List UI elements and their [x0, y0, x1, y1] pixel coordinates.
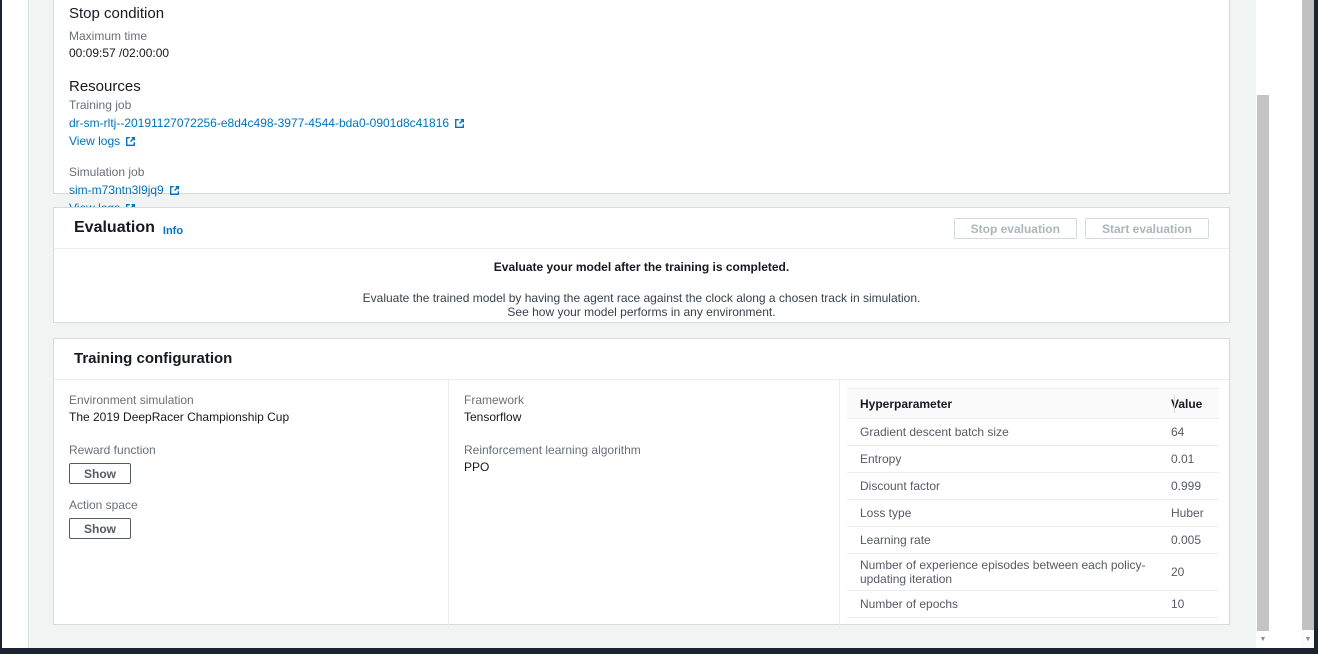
training-job-label: Training job: [69, 98, 1214, 113]
simulation-job-link[interactable]: sim-m73ntn3l9jq9: [69, 183, 164, 198]
rl-algorithm-value: PPO: [464, 460, 825, 475]
evaluation-info-link[interactable]: Info: [163, 225, 183, 237]
hyperparameter-value: 64: [1171, 425, 1219, 439]
hyperparameter-table: Hyperparameter Value Gradient descent ba…: [847, 388, 1219, 618]
training-view-logs-link[interactable]: View logs: [69, 134, 120, 149]
training-configuration-title: Training configuration: [74, 348, 232, 370]
maximum-time-value: 00:09:57 /02:00:00: [69, 46, 1214, 61]
rl-algorithm-label: Reinforcement learning algorithm: [464, 443, 825, 458]
hyperparameter-table-header: Hyperparameter Value: [847, 389, 1219, 419]
evaluation-title: Evaluation: [74, 217, 155, 239]
column-divider: [1174, 395, 1175, 413]
maximum-time-label: Maximum time: [69, 29, 1214, 44]
evaluation-card: Evaluation Info Stop evaluation Start ev…: [53, 207, 1230, 323]
window-scrollbar-down-arrow[interactable]: ▼: [1302, 632, 1314, 647]
window-scrollbar-thumb[interactable]: [1302, 0, 1314, 630]
start-evaluation-button[interactable]: Start evaluation: [1085, 218, 1209, 239]
window-edge-bottom: [0, 648, 1318, 654]
training-configuration-card: Training configuration Environment simul…: [53, 338, 1230, 625]
resources-title: Resources: [69, 77, 1214, 96]
table-row: Gradient descent batch size64: [847, 419, 1219, 446]
external-link-icon: [454, 118, 465, 129]
training-configuration-header: Training configuration: [54, 339, 1229, 380]
reward-function-label: Reward function: [69, 443, 434, 458]
external-link-icon: [169, 185, 180, 196]
hyperparameter-value: 0.005: [1171, 533, 1219, 547]
inner-scrollbar[interactable]: ▼: [1256, 0, 1270, 648]
hyperparameter-name: Number of epochs: [847, 597, 1171, 611]
table-row: Discount factor0.999: [847, 473, 1219, 500]
table-row: Number of epochs10: [847, 591, 1219, 618]
table-row: Loss typeHuber: [847, 500, 1219, 527]
action-space-show-button[interactable]: Show: [69, 518, 131, 539]
training-config-column-2: Framework Tensorflow Reinforcement learn…: [448, 380, 839, 629]
hyperparameter-value: 0.01: [1171, 452, 1219, 466]
hyperparameter-name: Number of experience episodes between ea…: [847, 558, 1171, 586]
evaluation-header: Evaluation Info Stop evaluation Start ev…: [54, 208, 1229, 249]
stop-evaluation-button[interactable]: Stop evaluation: [954, 218, 1077, 239]
training-config-column-3: Hyperparameter Value Gradient descent ba…: [839, 380, 1229, 629]
environment-simulation-value: The 2019 DeepRacer Championship Cup: [69, 410, 434, 425]
hyperparameter-name: Learning rate: [847, 533, 1171, 547]
table-row: Entropy0.01: [847, 446, 1219, 473]
table-row: Number of experience episodes between ea…: [847, 554, 1219, 591]
hyperparameter-value: 0.999: [1171, 479, 1219, 493]
action-space-label: Action space: [69, 498, 434, 513]
hyperparameter-name: Gradient descent batch size: [847, 425, 1171, 439]
value-column-header: Value: [1171, 397, 1219, 411]
training-configuration-body: Environment simulation The 2019 DeepRace…: [54, 380, 1229, 629]
environment-simulation-label: Environment simulation: [69, 393, 434, 408]
training-details-card: Stop condition Maximum time 00:09:57 /02…: [53, 0, 1230, 194]
hyperparameter-table-body: Gradient descent batch size64Entropy0.01…: [847, 419, 1219, 618]
external-link-icon: [125, 136, 136, 147]
main-content: Stop condition Maximum time 00:09:57 /02…: [30, 0, 1256, 648]
hyperparameter-column-header: Hyperparameter: [847, 397, 1171, 411]
hyperparameter-name: Loss type: [847, 506, 1171, 520]
training-config-column-1: Environment simulation The 2019 DeepRace…: [54, 380, 448, 629]
inner-scrollbar-thumb[interactable]: [1257, 95, 1269, 631]
framework-value: Tensorflow: [464, 410, 825, 425]
framework-label: Framework: [464, 393, 825, 408]
simulation-job-label: Simulation job: [69, 165, 1214, 180]
reward-function-show-button[interactable]: Show: [69, 463, 131, 484]
evaluation-headline: Evaluate your model after the training i…: [54, 260, 1229, 274]
hyperparameter-value: Huber: [1171, 506, 1219, 520]
window-edge-right: [1314, 0, 1318, 654]
evaluation-description-line2: See how your model performs in any envir…: [54, 305, 1229, 319]
window-scrollbar[interactable]: ▼: [1302, 0, 1314, 648]
evaluation-body: Evaluate your model after the training i…: [54, 249, 1229, 319]
hyperparameter-name: Discount factor: [847, 479, 1171, 493]
scrollbar-gutter: [1270, 0, 1302, 648]
hyperparameter-value: 20: [1171, 565, 1219, 579]
collapsed-side-panel: [2, 0, 29, 648]
hyperparameter-value: 10: [1171, 597, 1219, 611]
table-row: Learning rate0.005: [847, 527, 1219, 554]
evaluation-description-line1: Evaluate the trained model by having the…: [54, 291, 1229, 305]
inner-scrollbar-down-arrow[interactable]: ▼: [1256, 632, 1270, 647]
stop-condition-title: Stop condition: [69, 4, 1214, 23]
training-job-link[interactable]: dr-sm-rltj--20191127072256-e8d4c498-3977…: [69, 116, 449, 131]
hyperparameter-name: Entropy: [847, 452, 1171, 466]
